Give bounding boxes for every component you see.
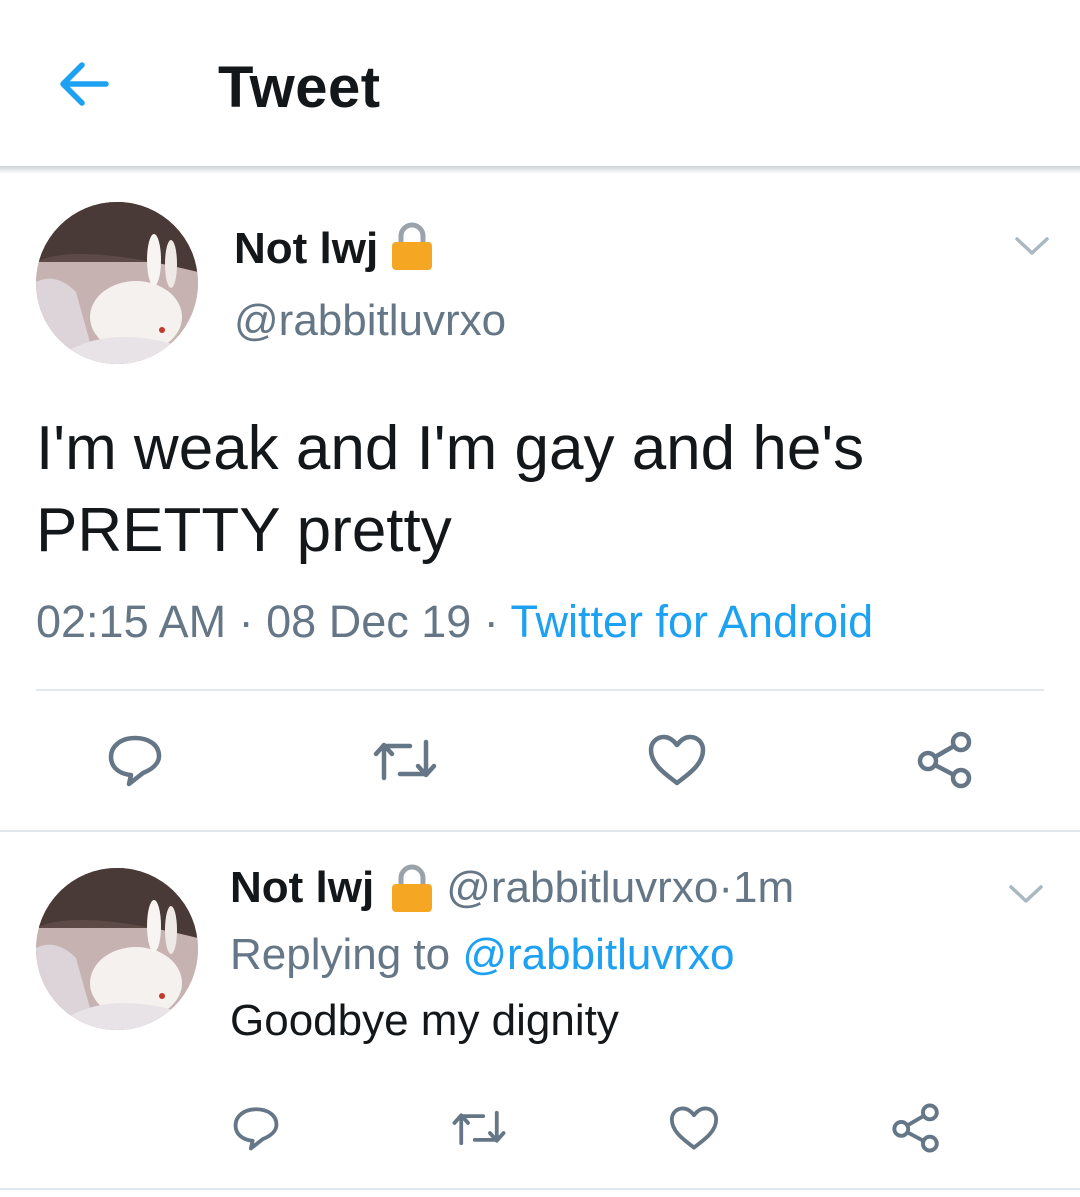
retweet-button[interactable] xyxy=(366,730,444,790)
tweet-source-link[interactable]: Twitter for Android xyxy=(510,596,873,647)
share-icon xyxy=(917,731,972,789)
arrow-left-icon xyxy=(60,62,109,106)
tweet-text: I'm weak and I'm gay and he's PRETTY pre… xyxy=(36,408,1036,572)
reply-button[interactable] xyxy=(100,730,170,790)
share-button[interactable] xyxy=(910,726,980,794)
app-header: Tweet xyxy=(0,0,1080,168)
reply-text: Goodbye my dignity xyxy=(230,996,619,1045)
page-title: Tweet xyxy=(218,55,381,120)
like-button[interactable] xyxy=(642,730,712,790)
divider xyxy=(0,1188,1080,1190)
reply-avatar[interactable] xyxy=(36,868,198,1030)
replying-to-line: Replying to @rabbitluvrxo xyxy=(230,930,734,980)
like-icon xyxy=(648,734,706,786)
like-icon xyxy=(669,1106,719,1150)
tweet-time: 02:15 AM xyxy=(36,596,227,647)
replying-label: Replying to xyxy=(230,930,463,979)
meta-separator: · xyxy=(471,596,511,647)
tweet-text-line: PRETTY pretty xyxy=(36,496,452,565)
divider xyxy=(0,830,1080,832)
avatar-rabbit-image xyxy=(36,202,198,364)
reply-button[interactable] xyxy=(226,1102,286,1154)
lock-icon xyxy=(390,220,434,277)
meta-separator: · xyxy=(718,863,733,912)
header-divider xyxy=(0,166,1080,174)
back-button[interactable] xyxy=(52,56,116,112)
reply-header: Not lwj @rabbitluvrxo · 1m xyxy=(230,862,794,914)
chevron-down-icon xyxy=(1015,237,1049,255)
display-name[interactable]: Not lwj xyxy=(234,224,378,274)
user-handle[interactable]: @rabbitluvrxo xyxy=(234,296,506,346)
meta-separator: · xyxy=(226,596,267,647)
reply-icon xyxy=(233,1107,279,1151)
chevron-down-icon xyxy=(1009,885,1043,903)
lock-icon xyxy=(390,862,434,914)
divider xyxy=(36,689,1044,691)
share-button[interactable] xyxy=(886,1100,946,1156)
replying-handle-link[interactable]: @rabbitluvrxo xyxy=(462,930,734,979)
reply-handle[interactable]: @rabbitluvrxo xyxy=(446,863,718,913)
tweet-date: 08 Dec 19 xyxy=(266,596,472,647)
avatar-rabbit-image xyxy=(36,868,198,1030)
tweet-meta: 02:15 AM · 08 Dec 19 · Twitter for Andro… xyxy=(36,596,873,648)
reply-menu-button[interactable] xyxy=(1002,874,1050,914)
reply-age: 1m xyxy=(732,863,795,912)
retweet-icon xyxy=(452,1110,506,1146)
tweet-menu-button[interactable] xyxy=(1008,226,1056,266)
avatar[interactable] xyxy=(36,202,198,364)
share-icon xyxy=(892,1103,939,1153)
like-button[interactable] xyxy=(664,1102,724,1154)
reply-display-name[interactable]: Not lwj xyxy=(230,863,374,913)
tweet-text-line: I'm weak and I'm gay and he's xyxy=(36,414,865,483)
retweet-button[interactable] xyxy=(444,1102,514,1154)
retweet-icon xyxy=(373,739,437,781)
reply-icon xyxy=(108,735,162,787)
